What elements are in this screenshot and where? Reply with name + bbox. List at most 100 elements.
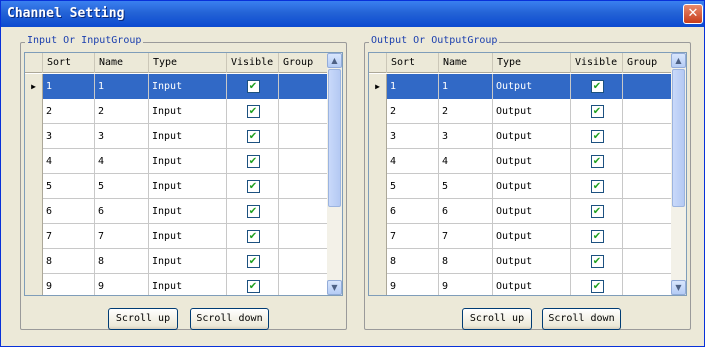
column-header-group[interactable]: Group bbox=[623, 53, 672, 73]
checkbox-checked-icon[interactable]: ✔ bbox=[590, 80, 604, 93]
cell-type[interactable]: Input bbox=[149, 74, 227, 99]
cell-sort[interactable]: 7 bbox=[387, 224, 439, 249]
cell-name[interactable]: 7 bbox=[439, 224, 493, 249]
column-header-sort[interactable]: Sort bbox=[387, 53, 439, 73]
cell-sort[interactable]: 1 bbox=[387, 74, 439, 99]
cell-group[interactable] bbox=[623, 74, 672, 99]
table-row[interactable]: 9 9 Output ✔ bbox=[369, 274, 672, 295]
column-header-group[interactable]: Group bbox=[279, 53, 328, 73]
table-row[interactable]: ▶ 1 1 Output ✔ bbox=[369, 74, 672, 99]
cell-type[interactable]: Input bbox=[149, 124, 227, 149]
scroll-up-arrow-icon[interactable]: ▲ bbox=[671, 53, 686, 68]
cell-group[interactable] bbox=[279, 74, 328, 99]
input-scroll-up-button[interactable]: Scroll up bbox=[108, 308, 178, 330]
table-row[interactable]: 4 4 Output ✔ bbox=[369, 149, 672, 174]
cell-name[interactable]: 6 bbox=[95, 199, 149, 224]
cell-name[interactable]: 9 bbox=[95, 274, 149, 295]
cell-name[interactable]: 8 bbox=[95, 249, 149, 274]
cell-type[interactable]: Output bbox=[493, 199, 571, 224]
checkbox-checked-icon[interactable]: ✔ bbox=[246, 180, 260, 193]
row-selector[interactable] bbox=[25, 249, 43, 274]
table-row[interactable]: 8 8 Input ✔ bbox=[25, 249, 328, 274]
table-row[interactable]: 8 8 Output ✔ bbox=[369, 249, 672, 274]
cell-group[interactable] bbox=[623, 174, 672, 199]
column-header-type[interactable]: Type bbox=[149, 53, 227, 73]
row-selector[interactable] bbox=[369, 224, 387, 249]
column-header-type[interactable]: Type bbox=[493, 53, 571, 73]
cell-type[interactable]: Output bbox=[493, 124, 571, 149]
cell-sort[interactable]: 8 bbox=[43, 249, 95, 274]
output-grid[interactable]: Sort Name Type Visible Group ▶ 1 1 Output ✔ 2 2 Out… bbox=[368, 52, 687, 296]
table-row[interactable]: 7 7 Input ✔ bbox=[25, 224, 328, 249]
cell-group[interactable] bbox=[279, 99, 328, 124]
output-scroll-up-button[interactable]: Scroll up bbox=[462, 308, 532, 330]
row-selector[interactable] bbox=[369, 249, 387, 274]
table-row[interactable]: 3 3 Input ✔ bbox=[25, 124, 328, 149]
row-selector[interactable] bbox=[369, 149, 387, 174]
cell-type[interactable]: Output bbox=[493, 224, 571, 249]
cell-type[interactable]: Output bbox=[493, 149, 571, 174]
cell-sort[interactable]: 3 bbox=[387, 124, 439, 149]
cell-sort[interactable]: 3 bbox=[43, 124, 95, 149]
row-selector[interactable] bbox=[369, 274, 387, 295]
cell-type[interactable]: Input bbox=[149, 224, 227, 249]
cell-group[interactable] bbox=[623, 124, 672, 149]
table-row[interactable]: 4 4 Input ✔ bbox=[25, 149, 328, 174]
cell-name[interactable]: 3 bbox=[95, 124, 149, 149]
row-selector[interactable] bbox=[25, 124, 43, 149]
scrollbar-thumb[interactable] bbox=[672, 69, 685, 207]
cell-name[interactable]: 4 bbox=[95, 149, 149, 174]
cell-group[interactable] bbox=[623, 99, 672, 124]
cell-group[interactable] bbox=[279, 199, 328, 224]
table-row[interactable]: ▶ 1 1 Input ✔ bbox=[25, 74, 328, 99]
scroll-down-arrow-icon[interactable]: ▼ bbox=[327, 280, 342, 295]
cell-name[interactable]: 1 bbox=[95, 74, 149, 99]
cell-sort[interactable]: 7 bbox=[43, 224, 95, 249]
checkbox-checked-icon[interactable]: ✔ bbox=[590, 105, 604, 118]
cell-type[interactable]: Output bbox=[493, 99, 571, 124]
cell-type[interactable]: Output bbox=[493, 249, 571, 274]
cell-sort[interactable]: 2 bbox=[387, 99, 439, 124]
cell-sort[interactable]: 6 bbox=[43, 199, 95, 224]
row-selector[interactable] bbox=[25, 274, 43, 295]
title-bar[interactable]: Channel Setting ✕ bbox=[1, 1, 704, 27]
row-selector[interactable] bbox=[25, 174, 43, 199]
table-row[interactable]: 2 2 Input ✔ bbox=[25, 99, 328, 124]
cell-name[interactable]: 3 bbox=[439, 124, 493, 149]
cell-name[interactable]: 2 bbox=[95, 99, 149, 124]
checkbox-checked-icon[interactable]: ✔ bbox=[590, 255, 604, 268]
cell-sort[interactable]: 9 bbox=[387, 274, 439, 295]
cell-group[interactable] bbox=[279, 249, 328, 274]
cell-group[interactable] bbox=[279, 224, 328, 249]
table-row[interactable]: 7 7 Output ✔ bbox=[369, 224, 672, 249]
cell-sort[interactable]: 5 bbox=[387, 174, 439, 199]
cell-group[interactable] bbox=[623, 199, 672, 224]
cell-group[interactable] bbox=[279, 174, 328, 199]
input-grid[interactable]: Sort Name Type Visible Group ▶ 1 1 Input ✔ 2 2 Inpu… bbox=[24, 52, 343, 296]
cell-group[interactable] bbox=[279, 274, 328, 295]
cell-group[interactable] bbox=[623, 249, 672, 274]
checkbox-checked-icon[interactable]: ✔ bbox=[246, 280, 260, 293]
cell-type[interactable]: Output bbox=[493, 74, 571, 99]
cell-sort[interactable]: 6 bbox=[387, 199, 439, 224]
cell-sort[interactable]: 5 bbox=[43, 174, 95, 199]
checkbox-checked-icon[interactable]: ✔ bbox=[246, 130, 260, 143]
checkbox-checked-icon[interactable]: ✔ bbox=[590, 155, 604, 168]
cell-name[interactable]: 1 bbox=[439, 74, 493, 99]
checkbox-checked-icon[interactable]: ✔ bbox=[246, 230, 260, 243]
cell-type[interactable]: Input bbox=[149, 199, 227, 224]
row-selector[interactable] bbox=[369, 124, 387, 149]
cell-type[interactable]: Output bbox=[493, 174, 571, 199]
row-selector[interactable] bbox=[25, 199, 43, 224]
close-icon[interactable]: ✕ bbox=[683, 4, 703, 24]
checkbox-checked-icon[interactable]: ✔ bbox=[246, 80, 260, 93]
scroll-down-arrow-icon[interactable]: ▼ bbox=[671, 280, 686, 295]
cell-group[interactable] bbox=[279, 124, 328, 149]
cell-group[interactable] bbox=[623, 274, 672, 295]
output-grid-scrollbar[interactable]: ▲ ▼ bbox=[671, 53, 686, 295]
column-header-sort[interactable]: Sort bbox=[43, 53, 95, 73]
cell-name[interactable]: 9 bbox=[439, 274, 493, 295]
row-selector[interactable] bbox=[25, 224, 43, 249]
cell-name[interactable]: 6 bbox=[439, 199, 493, 224]
cell-type[interactable]: Input bbox=[149, 99, 227, 124]
